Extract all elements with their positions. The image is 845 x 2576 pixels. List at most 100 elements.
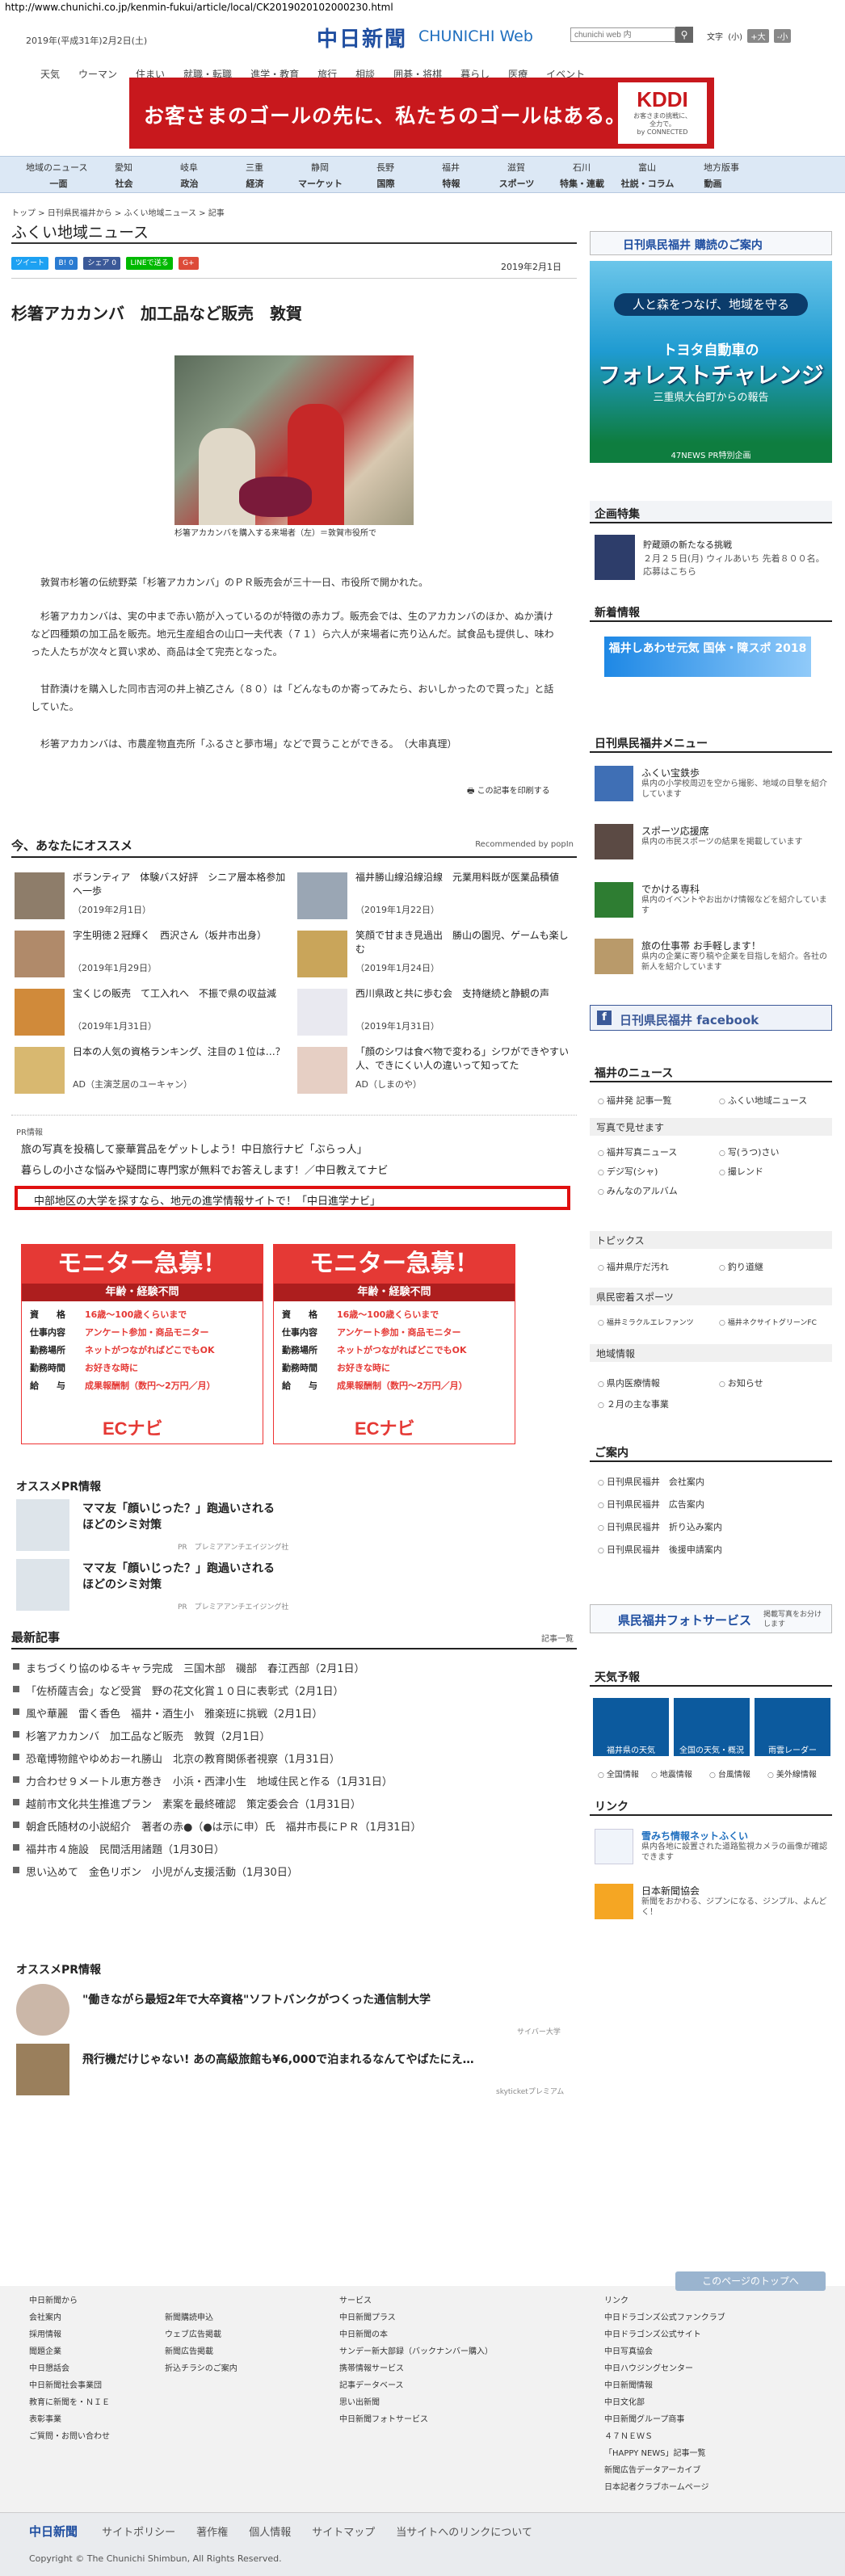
annai-link[interactable]: 日刊県民福井 会社案内 [598,1475,704,1488]
photo-link[interactable]: 撮レンド [719,1165,763,1178]
annai-link[interactable]: 日刊県民福井 後援申請案内 [598,1543,722,1556]
pr-link[interactable]: 旅の写真を投稿して豪華賞品をゲットしよう！中日旅行ナビ「ぶらっ人」 [21,1141,368,1156]
annai-link[interactable]: 日刊県民福井 折り込み案内 [598,1520,722,1533]
weather-link[interactable]: 台風情報 [709,1767,750,1780]
footer-bottom-link[interactable]: サイトポリシー [102,2523,175,2539]
photosvc-banner[interactable]: 県民福井フォトサービス 掲載写真をお分けします [590,1604,832,1633]
chiiki-link[interactable]: 県内医療情報 [598,1376,660,1389]
footer-link[interactable]: 思い出新聞 [339,2394,493,2411]
site-logo-en[interactable]: CHUNICHI Web [418,27,533,45]
recommend-item[interactable]: 字生明徳２冠輝く 西沢さん（坂井市出身） （2019年1月29日） [15,929,289,985]
photo-link[interactable]: 福井写真ニュース [598,1145,677,1158]
footer-link[interactable]: 記事データベース [339,2377,493,2394]
footer-link[interactable]: 日本記者クラブホームページ [604,2479,725,2496]
footer-link[interactable]: 聞題企業 [29,2343,110,2360]
facebook-share-button[interactable]: シェア 0 [83,257,120,270]
line-share-button[interactable]: LINEで送る [126,257,173,270]
footer-link[interactable]: 中日新聞から [29,2292,110,2309]
recommend-item[interactable]: 笑顔で甘まき見過出 勝山の園児、ゲームも楽しむ （2019年1月24日） [297,929,572,985]
topic-nav-item[interactable]: 社会 [91,177,157,190]
latest-item[interactable]: 「佐桥薩吉会」など受賞 野の花文化賞１０日に表彰式（2月1日） [13,1683,344,1698]
toyota-forest-ad[interactable]: 人と森をつなげ、地域を守る トヨタ自動車の フォレストチャレンジ 三重県大台町か… [590,261,832,463]
footer-link[interactable]: 折込チラシのご案内 [165,2360,238,2377]
footer-link[interactable]: 中日新聞の本 [339,2326,493,2343]
region-nav-item[interactable]: 三重 [246,161,311,174]
topic-nav-item[interactable]: 一面 [26,177,91,190]
link-item[interactable]: 雪みち情報ネットふくい 県内各地に設置された道路監視カメラの画像が確認できます [590,1827,832,1869]
recommend-item[interactable]: ボランティア 体験バス好評 シニア層本格参加へ一歩 （2019年2月1日） [15,871,289,927]
footer-bottom-link[interactable]: 当サイトへのリンクについて [396,2523,532,2539]
topic-nav-item[interactable]: 政治 [157,177,222,190]
chiiki-link[interactable]: お知らせ [719,1376,763,1389]
topic-nav-item[interactable]: マーケット [288,177,353,190]
latest-item[interactable]: 思い込めて 金色リボン 小児がん支援活動（1月30日） [13,1864,298,1879]
weather-link[interactable]: 地震情報 [651,1767,692,1780]
latest-item[interactable]: 福井市４施設 民間活用諸題（1月30日） [13,1841,225,1856]
kddi-banner-ad[interactable]: お客さまのゴールの先に、私たちのゴールはある。 KDDI お客さまの挑戦に、 全… [129,78,714,149]
recommend-item[interactable]: 西川県政と共に歩む会 支持継続と静観の声 （2019年1月31日） [297,987,572,1044]
footer-bottom-link[interactable]: サイトマップ [312,2523,375,2539]
topic-nav-item[interactable]: 動画 [680,177,746,190]
google-plus-button[interactable]: G+ [179,257,199,270]
footer-link[interactable]: 表彰事業 [29,2411,110,2428]
osusume-pr2-item[interactable]: 飛行機だけじゃない! あの高級旅館も¥6,000で泊まれるなんてやばたにえ… sk… [16,2044,582,2096]
region-nav-item[interactable]: 石川 [573,161,638,174]
footer-bottom-link[interactable]: 個人情報 [249,2523,291,2539]
footer-link[interactable]: 中日新聞フォトサービス [339,2411,493,2428]
latest-more-link[interactable]: 記事一覧 [541,1632,574,1644]
fnews-link[interactable]: 福井発 記事一覧 [598,1094,672,1107]
footer-link[interactable]: 中日写真協会 [604,2343,725,2360]
region-nav-item[interactable]: 静岡 [311,161,376,174]
topic-nav-item[interactable]: 国際 [353,177,418,190]
recommend-item[interactable]: 宝くじの販売 て工入れへ 不振で県の収益減 （2019年1月31日） [15,987,289,1044]
search-input[interactable] [570,27,675,42]
pr-link[interactable]: 暮らしの小さな悩みや疑問に専門家が無料でお答えします！／中日教えてナビ [21,1162,388,1177]
footer-link[interactable]: 中日ハウジングセンター [604,2360,725,2377]
topics-link[interactable]: 福井県庁だ汚れ [598,1260,669,1273]
region-nav-item[interactable]: 滋賀 [507,161,573,174]
print-link[interactable]: 🖶 この記事を印刷する [467,784,550,799]
latest-item[interactable]: 朝倉氏随材の小説紹介 著者の赤●（●は示に申）氏 福井市長にＰＲ（1月31日） [13,1818,422,1834]
back-to-top-button[interactable]: このページのトップへ [675,2271,826,2291]
weather-link[interactable]: 美外線情報 [767,1767,817,1780]
topic-nav-item[interactable]: 特集・連載 [549,177,615,190]
monitor-ad[interactable]: モニター急募！ 年齢・経験不問 資 格 16歳〜100歳くらいまで 仕事内容 アンケ… [273,1244,515,1444]
footer-link[interactable]: 中日新聞グループ商事 [604,2411,725,2428]
latest-item[interactable]: 力合わせ９メートル恵方巻き 小浜・西津小生 地域住民と作る（1月31日） [13,1773,393,1788]
weather-radar-button[interactable]: 雨雲レーダー [755,1698,830,1756]
region-nav-item[interactable]: 地方版事 [704,161,769,174]
footer-link[interactable]: ご質問・お問い合わせ [29,2428,110,2445]
latest-item[interactable]: 風や華麗 雷く香色 福井・酒生小 雅楽班に挑戦（2月1日） [13,1705,323,1721]
article-photo[interactable] [174,355,414,525]
weather-fukui-button[interactable]: 福井県の天気 [593,1698,669,1756]
footer-logo[interactable]: 中日新聞 [29,2523,78,2540]
footer-link[interactable]: 採用情報 [29,2326,110,2343]
footer-link[interactable]: 新聞広告掲載 [165,2343,238,2360]
footer-link[interactable]: 中日ドラゴンズ公式サイト [604,2326,725,2343]
footer-link[interactable]: 会社案内 [29,2309,110,2326]
footer-link[interactable]: 中日新聞情報 [604,2377,725,2394]
footer-link[interactable]: 中日懇話会 [29,2360,110,2377]
footer-link[interactable]: サービス [339,2292,493,2309]
facebook-banner[interactable]: f 日刊県民福井 facebook [590,1005,832,1031]
photo-link[interactable]: デジ写(シャ) [598,1165,658,1178]
kokutai-banner[interactable]: 福井しあわせ元気 国体・障スポ 2018 [604,637,811,677]
footer-link[interactable]: 携帯情報サービス [339,2360,493,2377]
footer-link[interactable]: リンク [604,2292,725,2309]
topic-nav-item[interactable]: 社説・コラム [615,177,680,190]
footer-link[interactable]: 教育に新聞を・ＮＩＥ [29,2394,110,2411]
region-nav-item[interactable]: 地域のニュース [26,161,115,174]
latest-item[interactable]: 杉箸アカカンバ 加工品など販売 敦賀（2月1日） [13,1728,271,1743]
link-item[interactable]: 日本新聞協会 新聞をおかわる、ジプンになる、ジンプル、よんどく！ [590,1882,832,1924]
search-icon[interactable]: ⚲ [675,27,693,43]
tweet-button[interactable]: ツイート [11,257,49,270]
pr-highlight-box[interactable]: 中部地区の大学を探すなら、地元の進学情報サイトで！「中日進学ナビ」 [15,1186,570,1210]
menu-item[interactable]: 旅の仕事帯 お手軽します！ 県内の企業に寄り稿や企業を目指しを紹介。各社の新人を紹… [590,937,832,979]
menu-item[interactable]: ふくい宝鉄歩 県内の小学校周辺を空から撮影、地域の目撃を紹介しています [590,764,832,806]
breadcrumb[interactable]: トップ > 日刊県民福井から > ふくい地域ニュース > 記事 [11,206,225,218]
region-nav-item[interactable]: 福井 [442,161,507,174]
latest-item[interactable]: 越前市文化共生推進プラン 素案を最終確認 策定委会合（1月31日） [13,1796,361,1811]
footer-link[interactable]: 新聞広告データアーカイブ [604,2462,725,2479]
font-smaller-button[interactable]: -小 [773,29,792,43]
menu-item[interactable]: スポーツ応援席 県内の市民スポーツの結果を掲載しています [590,822,832,864]
